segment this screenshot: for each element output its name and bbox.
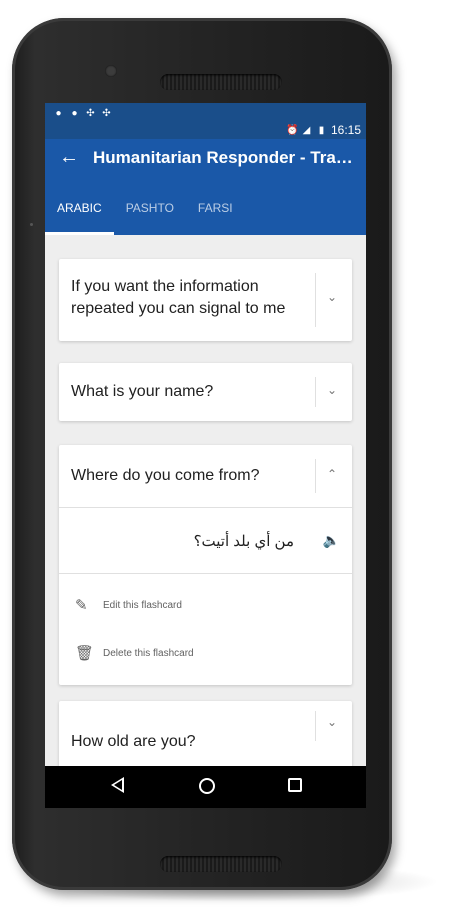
side-sensor (30, 223, 33, 226)
chat-icon: ● (71, 108, 78, 119)
chevron-up-icon[interactable]: ⌃ (327, 467, 337, 481)
flashcard-list: If you want the information repeated you… (45, 235, 366, 781)
status-right: ⏰ ◢ ▮ 16:15 (286, 123, 361, 137)
card-divider (315, 377, 316, 407)
flashcard-name[interactable]: What is your name? ⌄ (59, 363, 352, 421)
speaker-icon[interactable]: 🔈 (323, 532, 340, 549)
usb-icon: ✣ (102, 108, 111, 119)
tab-farsi[interactable]: FARSI (186, 191, 245, 235)
bottom-speaker (160, 856, 282, 872)
pencil-icon: ✎ (75, 597, 88, 614)
trash-icon: 🗑 (75, 645, 95, 662)
flashcard-repeat-info[interactable]: If you want the information repeated you… (59, 259, 352, 341)
alarm-icon: ⏰ (285, 124, 299, 136)
battery-icon: ▮ (318, 124, 325, 136)
tab-pashto[interactable]: PASHTO (114, 191, 186, 235)
chevron-down-icon[interactable]: ⌄ (327, 715, 337, 729)
status-left-icons: ● ● ✣ ✣ (53, 108, 112, 119)
app-title: Humanitarian Responder - Transit... (93, 148, 358, 167)
status-bar: ● ● ✣ ✣ ⏰ ◢ ▮ 16:15 (45, 103, 366, 139)
flashcard-question: What is your name? (71, 383, 214, 400)
app-bar: ← Humanitarian Responder - Transit... (45, 139, 366, 191)
edit-flashcard-action[interactable]: ✎ Edit this flashcard (59, 592, 352, 622)
flashcard-question: Where do you come from? (71, 467, 260, 484)
nav-home-icon[interactable] (199, 778, 215, 794)
nav-back-icon[interactable] (111, 777, 124, 793)
arabic-translation: من أي بلد أتيت؟ (193, 533, 294, 550)
chevron-down-icon[interactable]: ⌄ (327, 290, 337, 304)
status-time: 16:15 (330, 123, 361, 137)
card-divider (315, 711, 316, 741)
app-screen: ● ● ✣ ✣ ⏰ ◢ ▮ 16:15 ← Humanitarian Respo… (45, 103, 366, 808)
language-tabs: ARABIC PASHTO FARSI (45, 191, 366, 235)
usb-icon: ✣ (86, 108, 95, 119)
front-camera (105, 65, 117, 77)
edit-flashcard-label: Edit this flashcard (103, 600, 182, 611)
location-icon: ● (55, 108, 62, 119)
translation-row: من أي بلد أتيت؟ 🔈 (59, 507, 352, 573)
lte-signal-icon: ◢ (302, 124, 311, 136)
delete-flashcard-action[interactable]: 🗑 Delete this flashcard (59, 640, 352, 670)
delete-flashcard-label: Delete this flashcard (103, 648, 194, 659)
earpiece-speaker (160, 74, 282, 90)
card-divider (315, 459, 316, 493)
chevron-down-icon[interactable]: ⌄ (327, 383, 337, 397)
flashcard-actions: ✎ Edit this flashcard 🗑 Delete this flas… (59, 573, 352, 685)
flashcard-question: If you want the information repeated you… (71, 278, 286, 317)
card-divider (315, 273, 316, 327)
nav-recents-icon[interactable] (288, 778, 302, 792)
android-nav-bar (45, 766, 366, 808)
flashcard-origin-expanded: Where do you come from? ⌃ من أي بلد أتيت… (59, 445, 352, 685)
back-arrow-icon[interactable]: ← (59, 147, 79, 167)
tab-arabic[interactable]: ARABIC (45, 191, 114, 235)
flashcard-question: How old are you? (71, 733, 196, 750)
